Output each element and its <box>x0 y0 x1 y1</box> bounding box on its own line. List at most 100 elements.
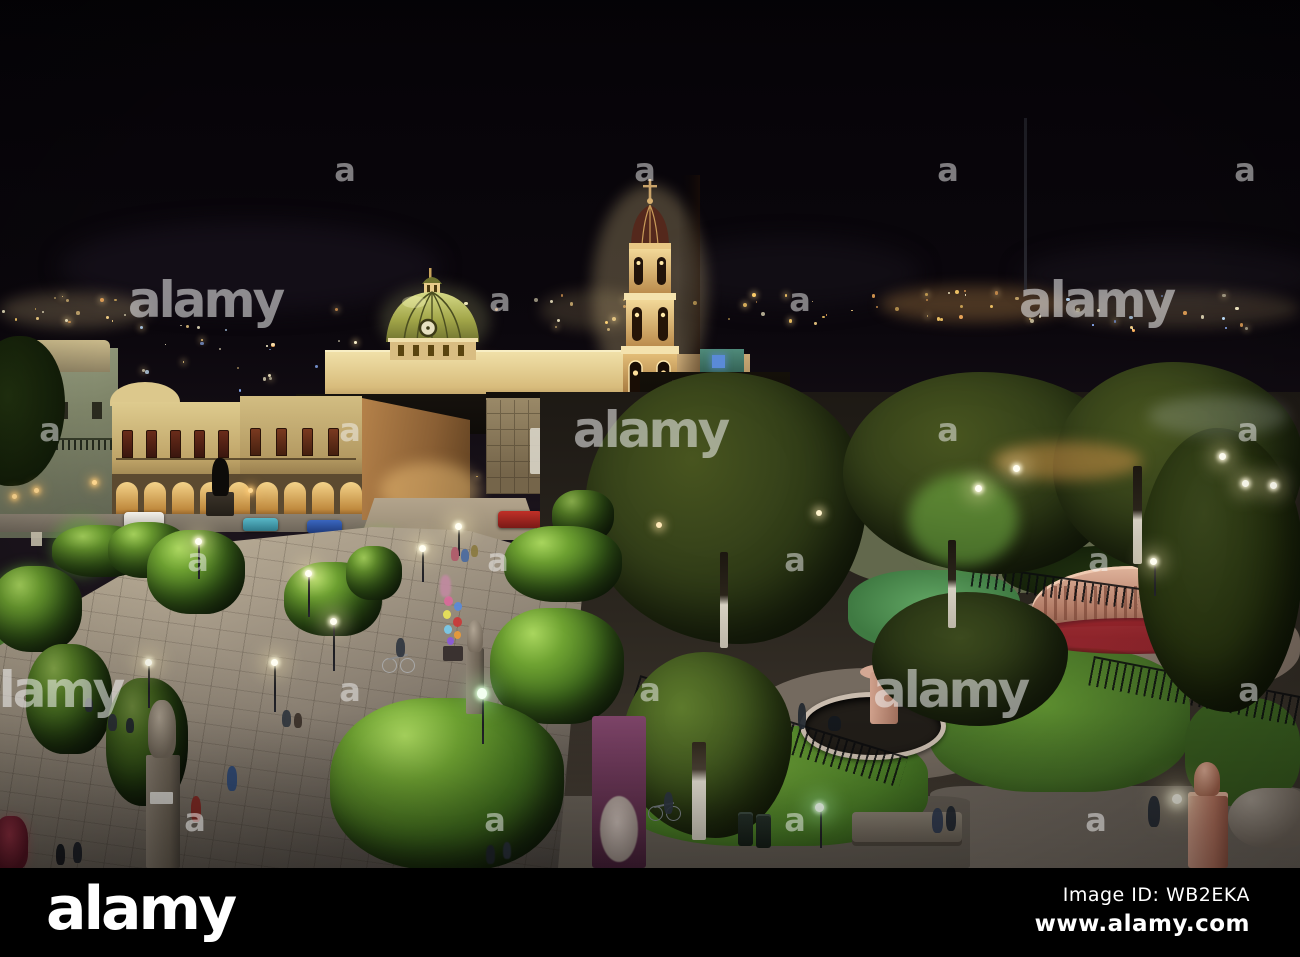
city-light <box>755 301 758 303</box>
city-light <box>164 343 166 346</box>
lamp-post <box>820 812 822 848</box>
topiary-hedge <box>0 566 82 652</box>
balcony-door <box>218 430 229 458</box>
city-light <box>140 325 143 329</box>
tree-trunk <box>1133 466 1142 564</box>
person-blurred-pink <box>440 575 451 597</box>
balcony-door <box>328 428 339 456</box>
topiary-hedge <box>346 546 402 600</box>
person-bench <box>126 718 134 733</box>
city-light <box>100 298 105 302</box>
person <box>56 844 65 865</box>
stone-bench-curved <box>1228 788 1300 848</box>
city-light <box>111 320 114 323</box>
floodlit-canopy <box>908 474 1018 566</box>
city-light <box>926 315 929 317</box>
lamp <box>305 570 312 577</box>
city-light <box>200 338 203 341</box>
lamp-post <box>198 545 200 579</box>
city-light <box>53 296 56 299</box>
lamp <box>1013 465 1020 472</box>
lamp-post <box>333 625 335 671</box>
balloon <box>454 602 462 611</box>
city-light <box>990 305 993 308</box>
city-light <box>1234 306 1239 311</box>
lamp <box>195 538 202 545</box>
city-light <box>179 324 182 327</box>
city-light <box>14 318 17 321</box>
bike-wheel <box>382 658 397 673</box>
footer-right-block: Image ID: WB2EKA www.alamy.com <box>1035 884 1250 937</box>
balcony-door <box>146 430 157 458</box>
city-light <box>41 311 44 314</box>
city-light <box>743 303 748 308</box>
arcade-arch <box>144 482 166 516</box>
city-light <box>236 367 239 370</box>
city-light <box>186 324 190 328</box>
balloon <box>454 631 461 639</box>
city-light <box>960 304 964 308</box>
city-light <box>1161 295 1163 298</box>
alamy-logo: alamy <box>46 874 237 944</box>
city-light <box>811 300 814 303</box>
lamp-post <box>422 552 424 582</box>
lamp <box>1242 480 1249 487</box>
person-sitting-red <box>191 796 201 822</box>
lit-wall-behind-trees <box>1148 396 1288 436</box>
city-light <box>894 306 899 311</box>
city-light <box>876 305 879 309</box>
city-light <box>1222 293 1226 297</box>
city-light <box>2 310 6 313</box>
person-blue <box>227 766 237 791</box>
city-light <box>1224 326 1227 329</box>
city-light <box>822 315 825 318</box>
statue-figure <box>212 458 229 496</box>
city-light <box>196 325 201 330</box>
city-light <box>114 298 117 302</box>
city-light <box>106 316 110 320</box>
city-light <box>224 328 228 332</box>
stone-urn-pillar <box>146 755 180 868</box>
person-sitting <box>932 808 943 833</box>
city-light <box>569 302 574 306</box>
lamp-flare <box>1172 794 1182 804</box>
topiary-hedge <box>504 526 622 602</box>
person-cafe <box>451 547 459 561</box>
lamp-through-leaves <box>656 522 662 528</box>
person-ledge <box>294 713 302 728</box>
city-light <box>218 347 222 351</box>
city-light <box>238 389 242 393</box>
balcony-door <box>194 430 205 458</box>
person-cafe <box>461 549 469 562</box>
city-light <box>68 320 71 324</box>
city-light <box>145 370 149 374</box>
city-light <box>271 342 275 347</box>
city-light <box>1066 297 1070 302</box>
city-light <box>123 313 126 316</box>
lamp-through-leaves <box>816 510 822 516</box>
balcony-door <box>170 430 181 458</box>
city-light <box>955 289 960 294</box>
balcony-door <box>122 430 133 458</box>
balcony-rail-line <box>116 458 356 460</box>
city-light <box>1015 296 1019 301</box>
person <box>73 842 82 863</box>
lamp <box>330 618 337 625</box>
lamp <box>1270 482 1277 489</box>
city-light <box>266 344 269 347</box>
city-light <box>269 348 271 351</box>
balloon <box>453 617 462 627</box>
city-light <box>1131 327 1134 330</box>
city-light <box>752 292 756 297</box>
city-light <box>1183 311 1187 315</box>
lamp <box>145 659 152 666</box>
person-crouching <box>828 716 841 731</box>
person-standing <box>798 703 806 729</box>
arcade-arch <box>172 482 194 516</box>
trash-bin <box>756 814 771 848</box>
lamp <box>815 803 824 812</box>
balcony-door <box>302 428 313 456</box>
red-lantern-corner <box>0 816 28 868</box>
person-cyclist <box>396 638 405 657</box>
tree-trunk <box>720 552 728 648</box>
